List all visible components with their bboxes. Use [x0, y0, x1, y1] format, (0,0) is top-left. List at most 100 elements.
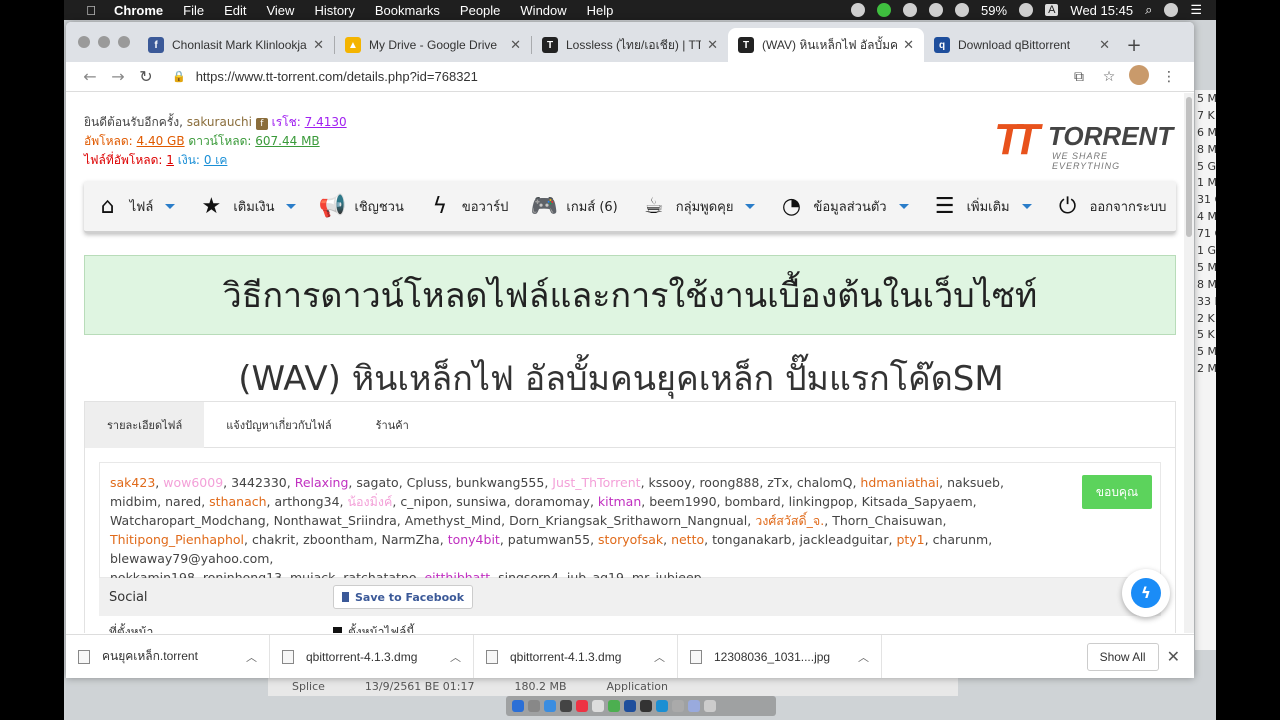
nav-item[interactable]: ☕ กลุ่มพูดคุย: [640, 194, 756, 219]
uploaded-files-value[interactable]: 1: [166, 153, 174, 167]
thanks-user[interactable]: zTx: [767, 475, 789, 490]
lock-icon[interactable]: 🔒: [172, 70, 186, 83]
thanks-user[interactable]: linkingpop: [789, 494, 854, 509]
download-item[interactable]: qbittorrent-4.1.3.dmg ︿: [270, 634, 474, 678]
thanks-user[interactable]: charunm: [933, 532, 989, 547]
finder-dock-icon[interactable]: [512, 700, 524, 712]
folder-dock-icon[interactable]: [688, 700, 700, 712]
thanks-user[interactable]: sak423: [110, 475, 155, 490]
details-tab[interactable]: แจ้งปัญหาเกี่ยวกับไฟล์: [204, 402, 353, 448]
thanks-user[interactable]: Thorn_Chaisuwan: [832, 513, 942, 528]
menu-window[interactable]: Window: [520, 3, 566, 18]
thanks-user[interactable]: Cpluss: [407, 475, 448, 490]
terminal-dock-icon[interactable]: [640, 700, 652, 712]
menu-file[interactable]: File: [183, 3, 204, 18]
thanks-user[interactable]: Watcharopart_Modchang: [110, 513, 266, 528]
details-tab[interactable]: ร้านค้า: [354, 402, 431, 448]
zoom-window-button[interactable]: [118, 36, 130, 48]
chevron-up-icon[interactable]: ︿: [246, 649, 257, 665]
thanks-user[interactable]: วงศ์สวัสดิ์_จ.: [755, 513, 824, 528]
thanks-user[interactable]: midbim: [110, 494, 157, 509]
nav-item[interactable]: ★ เติมเงิน: [197, 194, 297, 219]
address-bar[interactable]: 🔒 https://www.tt-torrent.com/details.php…: [160, 64, 1064, 90]
chevron-up-icon[interactable]: ︿: [450, 649, 461, 665]
close-window-button[interactable]: [78, 36, 90, 48]
bookmark-row-value[interactable]: ตั้งหน้าไฟล์นี้: [333, 623, 415, 633]
download-item[interactable]: คนยุคเหล็ก.torrent ︿: [66, 634, 270, 678]
browser-tab[interactable]: T (WAV) หินเหล็กไฟ อัลบั้มคนยุ ✕: [728, 28, 924, 62]
thanks-user[interactable]: Dorn_Kriangsak_Srithaworn_Nangnual: [509, 513, 747, 528]
app-dock-icon[interactable]: [560, 700, 572, 712]
profile-avatar[interactable]: [1124, 64, 1154, 89]
spotlight-icon[interactable]: ⌕: [1145, 2, 1152, 18]
menu-view[interactable]: View: [266, 3, 294, 18]
upload-value[interactable]: 4.40 GB: [137, 134, 185, 148]
nav-item[interactable]: ϟ ขอวาร์ป: [426, 194, 509, 219]
bookmark-star-icon[interactable]: ☆: [1094, 69, 1124, 85]
thanks-user[interactable]: bunkwang555: [456, 475, 545, 490]
money-value[interactable]: 0 เค: [204, 153, 228, 167]
safari-dock-icon[interactable]: [544, 700, 556, 712]
thanks-user[interactable]: nared: [165, 494, 201, 509]
chevron-up-icon[interactable]: ︿: [654, 649, 665, 665]
input-source[interactable]: A: [1045, 4, 1059, 16]
thanks-user[interactable]: kssooy: [649, 475, 692, 490]
thanks-user[interactable]: Nonthawat_Sriindra: [274, 513, 397, 528]
thanks-user[interactable]: hdmaniathai: [860, 475, 939, 490]
thanks-user[interactable]: roong888: [699, 475, 759, 490]
battery-percent[interactable]: 59%: [981, 3, 1007, 18]
thanks-user[interactable]: c_nipon: [400, 494, 448, 509]
browser-tab[interactable]: f Chonlasit Mark Klinlookjan ✕: [138, 28, 334, 62]
menu-app-name[interactable]: Chrome: [114, 3, 163, 18]
thanks-user[interactable]: patumwan55: [508, 532, 590, 547]
notes-dock-icon[interactable]: [592, 700, 604, 712]
thanks-user[interactable]: beem1990: [649, 494, 716, 509]
menu-help[interactable]: Help: [587, 3, 614, 18]
browser-tab[interactable]: q Download qBittorrent ✕: [924, 28, 1120, 62]
thanks-user[interactable]: pty1: [896, 532, 924, 547]
tab-close-icon[interactable]: ✕: [510, 37, 521, 53]
wifi-icon[interactable]: [955, 3, 970, 17]
facebook-icon[interactable]: f: [255, 118, 268, 130]
thanks-user[interactable]: Relaxing: [295, 475, 349, 490]
notification-center-icon[interactable]: ☰: [1190, 2, 1202, 18]
menu-edit[interactable]: Edit: [224, 3, 246, 18]
tab-close-icon[interactable]: ✕: [313, 37, 324, 53]
thanks-user[interactable]: jackleadguitar: [799, 532, 888, 547]
bolt-tray-icon[interactable]: [929, 3, 944, 17]
thanks-user[interactable]: doramomay: [514, 494, 589, 509]
nav-item[interactable]: ⌂ ไฟล์: [94, 194, 176, 219]
record-icon[interactable]: [851, 3, 866, 17]
thanks-user[interactable]: blewaway79@yahoo.com: [110, 551, 269, 566]
thanks-user[interactable]: Amethyst_Mind: [405, 513, 501, 528]
menu-history[interactable]: History: [314, 3, 354, 18]
thanks-user[interactable]: sunsiwa: [456, 494, 506, 509]
nav-item[interactable]: ◔ ข้อมูลส่วนตัว: [777, 194, 909, 219]
scrollbar-thumb[interactable]: [1186, 97, 1192, 237]
back-icon[interactable]: ←: [76, 67, 104, 86]
thanks-user[interactable]: 3442330: [231, 475, 287, 490]
reload-icon[interactable]: ↻: [132, 67, 160, 86]
menu-bookmarks[interactable]: Bookmarks: [375, 3, 440, 18]
nav-item[interactable]: ⏻ ออกจากระบบ: [1054, 194, 1166, 219]
apple-icon[interactable]: : [82, 3, 100, 18]
new-tab-icon[interactable]: +: [1120, 28, 1148, 62]
browser-tab[interactable]: T Lossless (ไทย/เอเชีย) | TT-T ✕: [532, 28, 728, 62]
thanks-user[interactable]: Thitipong_Pienhaphol: [110, 532, 244, 547]
thanks-user[interactable]: bombard: [724, 494, 780, 509]
thanks-user[interactable]: NarmZha: [381, 532, 439, 547]
page-scrollbar[interactable]: [1184, 93, 1194, 633]
thanks-user[interactable]: Just_ThTorrent: [552, 475, 640, 490]
site-logo[interactable]: TT TORRENT WE SHARE EVERYTHING: [994, 115, 1173, 171]
details-tab[interactable]: รายละเอียดไฟล์: [85, 402, 205, 448]
tab-close-icon[interactable]: ✕: [707, 37, 718, 53]
clock[interactable]: Wed 15:45: [1070, 3, 1133, 18]
thanks-user[interactable]: naksueb: [947, 475, 1000, 490]
chrome-dock-icon[interactable]: [608, 700, 620, 712]
launchpad-dock-icon[interactable]: [528, 700, 540, 712]
chevron-up-icon[interactable]: ︿: [858, 649, 869, 665]
thanks-user[interactable]: arthong34: [274, 494, 339, 509]
username-link[interactable]: sakurauchi: [187, 115, 252, 129]
thanks-user[interactable]: kitman: [598, 494, 641, 509]
kebab-menu-icon[interactable]: ⋮: [1154, 69, 1184, 85]
